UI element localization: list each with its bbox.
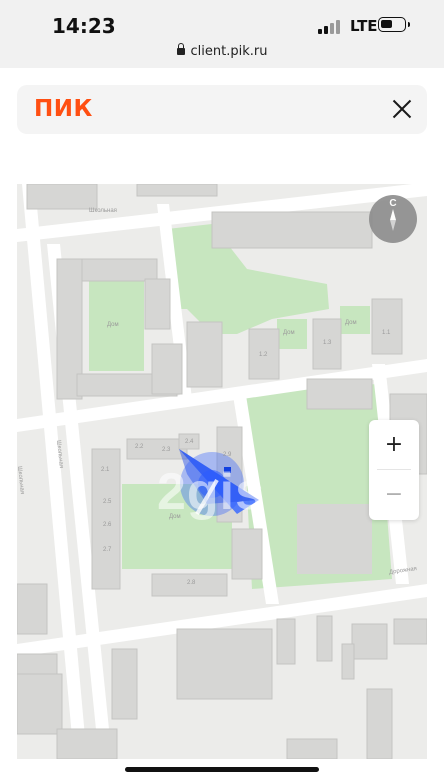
house-number: 1.3	[323, 340, 332, 346]
map-watermark: 2gis	[157, 463, 266, 521]
url-text: client.pik.ru	[190, 44, 268, 59]
compass-icon	[390, 209, 396, 231]
house-number: 2.8	[187, 580, 196, 586]
battery-icon	[378, 17, 410, 32]
close-button[interactable]	[391, 98, 413, 120]
zoom-in-button[interactable]: +	[369, 420, 419, 470]
building-label: Дом	[107, 322, 119, 328]
building-label: Дом	[283, 330, 295, 336]
pik-logo[interactable]: ПИК	[34, 96, 93, 122]
house-number: 2.6	[103, 522, 112, 528]
building	[297, 504, 372, 574]
home-indicator[interactable]	[125, 767, 319, 772]
building-label: Дом	[345, 320, 357, 326]
network-type: LTE	[350, 17, 378, 35]
zoom-out-button[interactable]: −	[369, 470, 419, 520]
address-bar[interactable]: client.pik.ru	[0, 43, 444, 59]
house-number: 2.1	[101, 467, 110, 473]
page-header: ПИК	[17, 85, 427, 134]
house-number: 1.1	[382, 330, 391, 336]
street-label: Школьная	[89, 208, 117, 214]
map-view[interactable]: Школьная Школьная Школьная Дорожная Дом …	[17, 184, 427, 759]
compass-north-label: С	[389, 198, 397, 209]
status-bar: 14:23 LTE client.pik.ru	[0, 0, 444, 68]
house-number: 2.9	[223, 452, 232, 458]
clock: 14:23	[52, 14, 116, 38]
compass-button[interactable]: С	[369, 195, 417, 243]
house-number: 2.3	[162, 447, 171, 453]
house-number: 2.7	[103, 547, 112, 553]
zoom-control: + −	[369, 420, 419, 520]
signal-icon	[318, 20, 344, 34]
house-number: 2.5	[103, 499, 112, 505]
house-number: 1.2	[259, 352, 268, 358]
house-number: 2.4	[185, 439, 194, 445]
lock-icon	[176, 43, 185, 55]
house-number: 2.2	[135, 444, 144, 450]
